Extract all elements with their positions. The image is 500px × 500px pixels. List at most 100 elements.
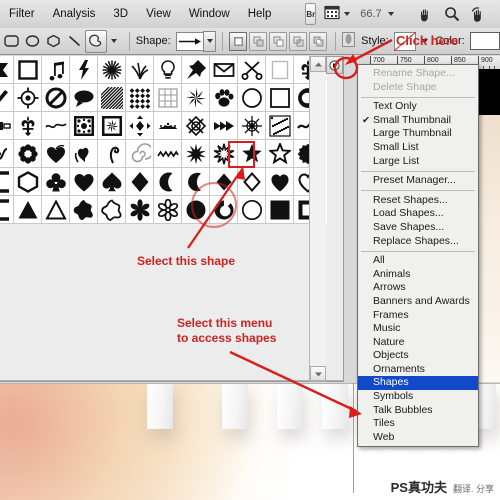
- shape-cell-ornate-tile-square-2[interactable]: [98, 112, 126, 140]
- shape-cell-zigzag-line[interactable]: [154, 140, 182, 168]
- menu-item-preset-manager[interactable]: Preset Manager...: [358, 174, 478, 188]
- menu-window[interactable]: Window: [180, 0, 239, 28]
- shape-cell-star-burst-8[interactable]: [182, 84, 210, 112]
- picker-menu-button[interactable]: [326, 56, 343, 74]
- menu-item-large-list[interactable]: Large List: [358, 155, 478, 169]
- menu-item-tiles[interactable]: Tiles: [358, 417, 478, 431]
- shape-cell-target-crosshair[interactable]: [14, 84, 42, 112]
- menu-item-text-only[interactable]: Text Only: [358, 100, 478, 114]
- shape-cell-square-frame[interactable]: [14, 56, 42, 84]
- shape-cell-lightning-bolt[interactable]: [70, 56, 98, 84]
- shape-cell-circle-ring[interactable]: [210, 196, 238, 224]
- menu-item-nature[interactable]: Nature: [358, 336, 478, 350]
- zoom-tool-icon[interactable]: [444, 3, 460, 25]
- shape-cell-ribbon-knot[interactable]: [0, 140, 14, 168]
- shape-cell-diamond-suit[interactable]: [126, 168, 154, 196]
- shape-cell-flower-rosette[interactable]: [14, 140, 42, 168]
- shape-cell-diamond-outline[interactable]: [238, 168, 266, 196]
- shape-cell-crescent-moon[interactable]: [154, 168, 182, 196]
- menu-item-talk-bubbles[interactable]: Talk Bubbles: [358, 404, 478, 418]
- line-tool[interactable]: [64, 31, 84, 52]
- menu-item-small-thumbnail[interactable]: ✔ Small Thumbnail: [358, 114, 478, 128]
- shape-cell-ornate-tile-square[interactable]: [70, 112, 98, 140]
- shape-cell-flower-6-outline[interactable]: [154, 196, 182, 224]
- add-to-shape-area[interactable]: [249, 31, 268, 51]
- rotate-view-icon[interactable]: [470, 3, 487, 25]
- shape-cell-curled-vine[interactable]: [98, 140, 126, 168]
- polygon-tool[interactable]: [44, 31, 64, 52]
- shape-cell-spiral[interactable]: [126, 140, 154, 168]
- menu-item-ornaments[interactable]: Ornaments: [358, 363, 478, 377]
- zoom-level-value[interactable]: 66.7: [360, 8, 381, 20]
- current-shape-preview[interactable]: [175, 31, 204, 51]
- menu-view[interactable]: View: [137, 0, 180, 28]
- menu-3d[interactable]: 3D: [104, 0, 137, 28]
- shape-cell-triangle-filled[interactable]: [14, 196, 42, 224]
- menu-analysis[interactable]: Analysis: [44, 0, 105, 28]
- shape-cell-asterisk-6[interactable]: [126, 196, 154, 224]
- menu-item-frames[interactable]: Frames: [358, 309, 478, 323]
- shape-cell-crescent-moon-2[interactable]: [182, 168, 210, 196]
- shape-cell-star-blob-outline[interactable]: [98, 196, 126, 224]
- menu-item-web[interactable]: Web: [358, 431, 478, 445]
- subtract-from-shape-area[interactable]: [269, 31, 288, 51]
- shape-cell-paw-print[interactable]: [210, 84, 238, 112]
- shape-cell-circle-outline[interactable]: [238, 84, 266, 112]
- shape-cell-triangle-outline[interactable]: [42, 196, 70, 224]
- menu-item-replace-shapes[interactable]: Replace Shapes...: [358, 235, 478, 249]
- ellipse-tool[interactable]: [23, 31, 43, 52]
- intersect-shape-areas[interactable]: [289, 31, 308, 51]
- layer-style-icon[interactable]: [342, 32, 356, 50]
- shape-tool-chevron-down-icon[interactable]: [110, 39, 117, 43]
- picker-scrollbar[interactable]: [309, 56, 326, 382]
- shape-cell-envelope[interactable]: [210, 56, 238, 84]
- menu-help[interactable]: Help: [239, 0, 281, 28]
- shape-cell-square-outline[interactable]: [266, 84, 294, 112]
- menu-item-small-list[interactable]: Small List: [358, 141, 478, 155]
- shape-cell-square-frame-open[interactable]: [0, 196, 14, 224]
- custom-shape-tool[interactable]: [85, 29, 107, 53]
- shape-cell-circle-filled[interactable]: [182, 196, 210, 224]
- color-swatch[interactable]: [469, 32, 500, 50]
- shape-cell-star-blob-4[interactable]: [70, 196, 98, 224]
- menu-item-reset-shapes[interactable]: Reset Shapes...: [358, 194, 478, 208]
- menu-item-animals[interactable]: Animals: [358, 268, 478, 282]
- shape-cell-four-way-arrow-diamond[interactable]: [126, 112, 154, 140]
- shape-cell-starburst-spiky[interactable]: [98, 56, 126, 84]
- shape-cell-fleur-de-lis-2[interactable]: [14, 112, 42, 140]
- menu-filter[interactable]: Filter: [0, 0, 44, 28]
- exclude-overlapping-areas[interactable]: [309, 31, 328, 51]
- shape-cell-heart-suit[interactable]: [70, 168, 98, 196]
- menu-item-load-shapes[interactable]: Load Shapes...: [358, 207, 478, 221]
- menu-item-large-thumbnail[interactable]: Large Thumbnail: [358, 127, 478, 141]
- shape-cell-square-grid[interactable]: [154, 84, 182, 112]
- menu-item-banners-and-awards[interactable]: Banners and Awards: [358, 295, 478, 309]
- shape-cell-circle-outline-2[interactable]: [238, 196, 266, 224]
- shape-cell-diagonal-hatch[interactable]: [98, 84, 126, 112]
- shape-cell-eighth-notes[interactable]: [42, 56, 70, 84]
- shape-layers-mode[interactable]: [229, 31, 248, 51]
- shape-cell-speech-bubble[interactable]: [70, 84, 98, 112]
- picker-flyout-menu[interactable]: Rename Shape... Delete Shape Text Only ✔ Sma…: [357, 64, 479, 448]
- scroll-up-icon[interactable]: [310, 56, 326, 72]
- shape-cell-flourish-swirl[interactable]: [42, 112, 70, 140]
- shape-grid[interactable]: [0, 56, 327, 224]
- shape-cell-hexagon-outline[interactable]: [14, 168, 42, 196]
- menu-item-save-shapes[interactable]: Save Shapes...: [358, 221, 478, 235]
- zoom-chevron-down-icon[interactable]: [387, 12, 394, 16]
- shape-cell-diamond-small[interactable]: [210, 168, 238, 196]
- shape-cell-star-5-outline[interactable]: [266, 140, 294, 168]
- bridge-icon[interactable]: Br: [305, 3, 317, 25]
- shape-cell-damask-tile[interactable]: [266, 112, 294, 140]
- shape-cell-push-pin[interactable]: [182, 56, 210, 84]
- shape-cell-crown-ornament[interactable]: [154, 112, 182, 140]
- shape-cell-heart-vine[interactable]: [42, 140, 70, 168]
- shape-cell-rectangle-tab[interactable]: [0, 112, 14, 140]
- shape-cell-club-suit[interactable]: [42, 168, 70, 196]
- hand-tool-icon[interactable]: [417, 3, 434, 25]
- menu-item-shapes[interactable]: Shapes: [358, 376, 478, 391]
- shape-cell-dot-grid-diamonds[interactable]: [126, 84, 154, 112]
- shape-cell-star-burst-10[interactable]: [182, 140, 210, 168]
- menu-item-symbols[interactable]: Symbols: [358, 390, 478, 404]
- shape-cell-heart-leaf-swirl[interactable]: [70, 140, 98, 168]
